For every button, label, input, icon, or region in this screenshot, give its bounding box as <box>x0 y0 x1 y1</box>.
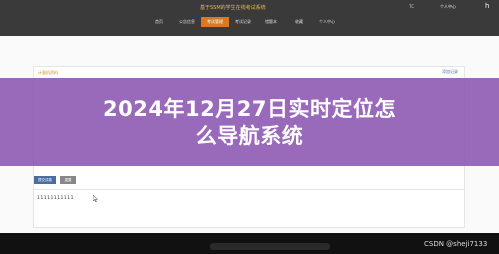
nav-item-notices[interactable]: 公告信息 <box>173 17 201 27</box>
site-title: 基于SSM的学生在线考试系统 <box>200 5 266 11</box>
nav-item-home[interactable]: 首页 <box>145 17 173 27</box>
reset-button[interactable]: 重置 <box>60 176 76 184</box>
panel-title: 计量机资料 <box>38 70 58 75</box>
nav-item-records[interactable]: 考试记录 <box>229 17 257 27</box>
main-nav: 首页 公告信息 考试管理 考试记录 错题本 收藏 个人中心 <box>145 17 341 27</box>
divider <box>33 189 464 190</box>
top-nav-bar: 基于SSM的学生在线考试系统 TC 个人中心 首页 公告信息 考试管理 考试记录… <box>0 0 499 36</box>
player-controls[interactable] <box>210 243 330 250</box>
user-center-link[interactable]: 个人中心 <box>440 4 456 10</box>
answer-row-value: 11111111111 <box>37 196 74 201</box>
nav-item-profile[interactable]: 个人中心 <box>313 17 341 27</box>
csdn-watermark: CSDN @sheji7133 <box>424 240 488 248</box>
banner-line-2: 么导航系统 <box>195 124 304 148</box>
nav-item-mistakes[interactable]: 错题本 <box>257 17 285 27</box>
submit-button[interactable]: 提交试卷 <box>34 176 56 184</box>
add-record-button[interactable]: 添加记录 <box>442 69 458 75</box>
title-banner-overlay: 2024年12月27日实时定位怎 么导航系统 <box>0 78 499 166</box>
corner-mark: h <box>485 2 490 10</box>
nav-item-favorites[interactable]: 收藏 <box>285 17 313 27</box>
language-toggle[interactable]: TC <box>409 4 414 9</box>
mouse-cursor-icon <box>93 195 98 202</box>
nav-item-exams[interactable]: 考试管理 <box>201 17 229 27</box>
banner-line-1: 2024年12月27日实时定位怎 <box>103 97 396 121</box>
banner-title: 2024年12月27日实时定位怎 么导航系统 <box>0 96 499 150</box>
